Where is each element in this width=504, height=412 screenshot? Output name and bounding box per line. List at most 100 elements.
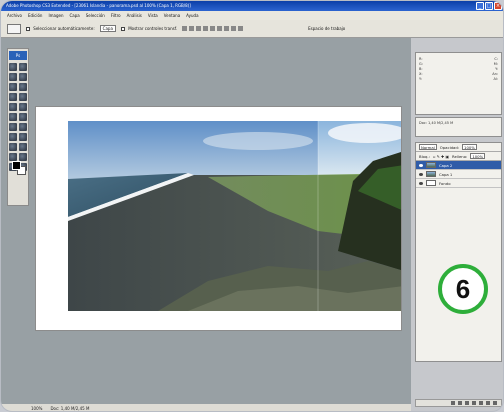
distribute-top-icon[interactable] (224, 26, 230, 31)
haze (203, 132, 313, 150)
info-text-panel: Doc: 1,40 M/2,45 M (415, 117, 502, 137)
trash-icon[interactable] (493, 401, 497, 405)
align-left-icon[interactable] (203, 26, 209, 31)
lasso-tool-icon[interactable] (9, 73, 17, 81)
align-bottom-icon[interactable] (196, 26, 202, 31)
menu-analisis[interactable]: Análisis (127, 11, 142, 20)
transform-controls-option[interactable]: Mostrar controles transf. (120, 26, 178, 31)
layers-bottom-toolbar (415, 399, 502, 407)
crop-tool-icon[interactable] (9, 83, 17, 91)
marquee-tool-icon[interactable] (19, 63, 27, 71)
auto-select-option[interactable]: Seleccionar automáticamente: (26, 26, 95, 31)
foreground-color-swatch[interactable] (12, 161, 21, 170)
menu-capa[interactable]: Capa (70, 11, 80, 20)
zoom-level[interactable]: 100% (31, 404, 42, 411)
navigator-info-panel: R: C: G: M: B: Y: X: An: Y: Al: (415, 52, 502, 115)
align-buttons (182, 26, 244, 31)
document-canvas[interactable] (35, 106, 402, 331)
fill-field[interactable]: 100% (470, 153, 486, 159)
maximize-button[interactable]: □ (485, 2, 493, 10)
layer-mask-icon[interactable] (465, 401, 469, 405)
layer-row[interactable]: Capa 2 (416, 161, 501, 170)
align-right-icon[interactable] (217, 26, 223, 31)
auto-select-dropdown[interactable]: Capa (99, 25, 116, 32)
title-bar: Adobe Photoshop CS3 Extended - [23061 Is… (1, 1, 503, 11)
toolbox-panel: Ps (7, 48, 29, 206)
distribute-middle-icon[interactable] (231, 26, 237, 31)
window-controls: _ □ × (476, 2, 502, 10)
align-middle-icon[interactable] (189, 26, 195, 31)
menu-filtro[interactable]: Filtro (111, 11, 121, 20)
gradient-tool-icon[interactable] (19, 113, 27, 121)
new-layer-icon[interactable] (486, 401, 490, 405)
align-center-icon[interactable] (210, 26, 216, 31)
transform-controls-checkbox[interactable] (120, 27, 125, 31)
lock-label: Bloq.: (419, 153, 430, 159)
layer-row[interactable]: Fondo (416, 179, 501, 188)
layer-row[interactable]: Capa 1 (416, 170, 501, 179)
menu-edicion[interactable]: Edición (28, 11, 42, 20)
screenshot-frame: Adobe Photoshop CS3 Extended - [23061 Is… (0, 0, 504, 412)
opacity-label: Opacidad: (439, 144, 460, 150)
layers-options-row: Normal Opacidad: 100% (416, 143, 501, 152)
menu-vista[interactable]: Vista (148, 11, 158, 20)
layer-thumbnail (426, 162, 436, 168)
shape-tool-icon[interactable] (19, 143, 27, 151)
blur-tool-icon[interactable] (9, 123, 17, 131)
tool-grid (8, 63, 28, 171)
layer-thumbnail (426, 171, 436, 177)
step-number-badge: 6 (438, 264, 488, 314)
menu-ayuda[interactable]: Ayuda (186, 11, 198, 20)
layers-lock-row: Bloq.: ▫ ✎ ✚ ▣ Relleno: 100% (416, 152, 501, 161)
lock-icons[interactable]: ▫ ✎ ✚ ▣ (433, 154, 449, 159)
opacity-field[interactable]: 100% (462, 144, 477, 150)
new-group-icon[interactable] (479, 401, 483, 405)
document-size: Doc: 1,40 M/2,45 M (50, 406, 90, 411)
brush-tool-icon[interactable] (19, 93, 27, 101)
adjustment-layer-icon[interactable] (472, 401, 476, 405)
window-title: Adobe Photoshop CS3 Extended - [23061 Is… (6, 3, 191, 8)
layer-thumbnail (426, 180, 436, 186)
eyedropper-tool-icon[interactable] (19, 153, 27, 161)
eraser-tool-icon[interactable] (9, 113, 17, 121)
workspace-menu[interactable]: Espacio de trabajo (308, 26, 345, 31)
fill-label: Relleno: (452, 153, 468, 159)
layers-panel: Normal Opacidad: 100% Bloq.: ▫ ✎ ✚ ▣ Rel… (415, 142, 502, 362)
clone-stamp-tool-icon[interactable] (9, 103, 17, 111)
blend-mode-dropdown[interactable]: Normal (419, 144, 437, 150)
auto-select-label: Seleccionar automáticamente: (33, 26, 95, 31)
path-selection-tool-icon[interactable] (9, 133, 17, 141)
notes-tool-icon[interactable] (9, 153, 17, 161)
palette-dock: R: C: G: M: B: Y: X: An: Y: Al: Doc: 1,40 M/2… (411, 38, 503, 411)
layer-name: Capa 2 (439, 162, 453, 168)
photoshop-logo: Ps (9, 51, 27, 60)
info-row: Y: Al: (419, 77, 498, 81)
dodge-tool-icon[interactable] (19, 123, 27, 131)
distribute-bottom-icon[interactable] (238, 26, 244, 31)
minimize-button[interactable]: _ (476, 2, 484, 10)
layer-style-icon[interactable] (458, 401, 462, 405)
pen-tool-icon[interactable] (9, 143, 17, 151)
slice-tool-icon[interactable] (19, 83, 27, 91)
magic-wand-tool-icon[interactable] (19, 73, 27, 81)
align-top-icon[interactable] (182, 26, 188, 31)
healing-brush-tool-icon[interactable] (9, 93, 17, 101)
color-swatches[interactable] (12, 161, 26, 175)
type-tool-icon[interactable] (19, 133, 27, 141)
move-tool-icon[interactable] (9, 63, 17, 71)
menu-ventana[interactable]: Ventana (164, 11, 180, 20)
menu-archivo[interactable]: Archivo (7, 11, 22, 20)
eye-icon[interactable] (419, 163, 423, 167)
eye-icon[interactable] (419, 172, 423, 176)
close-button[interactable]: × (494, 2, 502, 10)
layer-name: Capa 1 (439, 171, 453, 177)
menu-seleccion[interactable]: Selección (86, 11, 105, 20)
link-layers-icon[interactable] (451, 401, 455, 405)
auto-select-checkbox[interactable] (26, 27, 30, 31)
menu-imagen[interactable]: Imagen (48, 11, 63, 20)
transform-controls-label: Mostrar controles transf. (128, 26, 178, 31)
eye-icon[interactable] (419, 181, 423, 185)
history-brush-tool-icon[interactable] (19, 103, 27, 111)
tool-preset-picker[interactable] (7, 23, 21, 34)
layer-name: Fondo (439, 180, 451, 186)
